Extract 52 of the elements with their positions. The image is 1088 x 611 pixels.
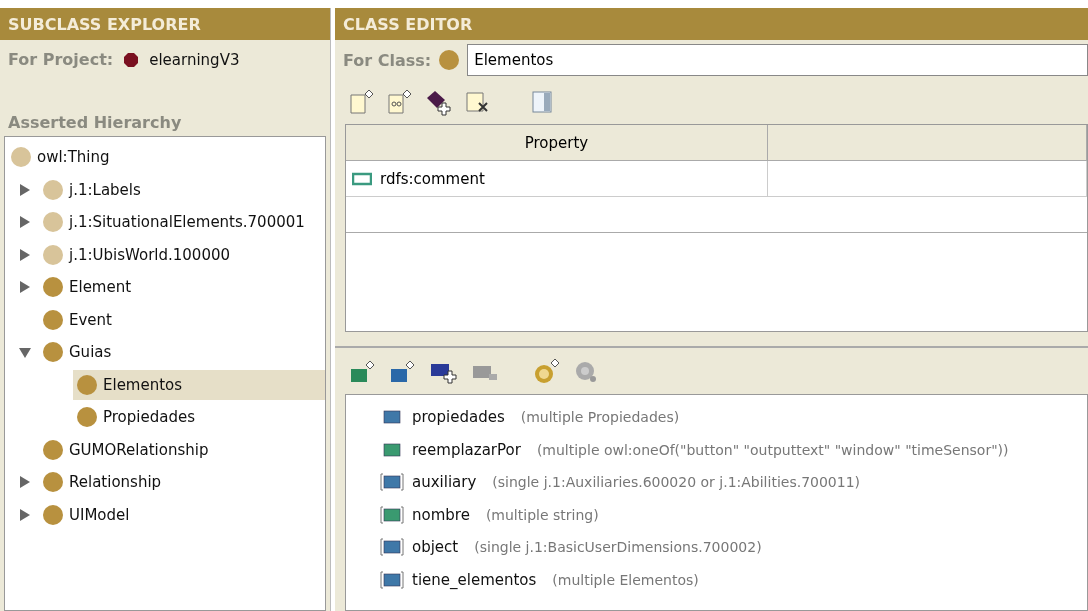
slot-name[interactable]: nombre [412,505,470,524]
slot-name[interactable]: propiedades [412,408,505,427]
collapse-arrow-icon[interactable] [19,345,31,360]
add-diamond-icon[interactable] [425,88,453,116]
table-cell: rdfs:comment [346,161,768,197]
panel-toggle-icon[interactable] [531,90,553,114]
hierarchy-label: Asserted Hierarchy [8,113,182,132]
slot-detail: (single j.1:BasicUserDimensions.700002) [474,539,762,556]
project-icon [123,51,140,68]
expand-arrow-icon[interactable] [19,507,31,522]
tree-item[interactable]: UIModel [39,499,134,530]
slot-name[interactable]: reemplazarPor [412,440,521,459]
new-slot-icon[interactable] [389,359,417,385]
annotation-icon [352,171,372,186]
slot-detail: (multiple Propiedades) [520,409,680,426]
delete-note-icon[interactable] [465,89,491,115]
tree-item[interactable]: GUMORelationship [39,434,213,465]
panel-title: CLASS EDITOR [335,8,1088,40]
tree-item[interactable]: j.1:Labels [39,174,145,205]
new-note-icon[interactable] [349,89,375,115]
class-label: For Class: [343,50,432,70]
tree-item[interactable]: owl:Thing [7,142,114,173]
panel-title: SUBCLASS EXPLORER [0,8,330,40]
gear-icon [573,359,599,385]
slot-detail: (multiple owl:oneOf("button" "outputtext" "window" "timeSensor")) [536,441,1009,458]
tree-item[interactable]: Relationship [39,467,166,498]
new-property-icon[interactable] [387,89,413,115]
expand-arrow-icon[interactable] [19,182,31,197]
tree-item[interactable]: Guias [39,337,116,368]
column-header[interactable]: Property [346,125,768,161]
slot-name[interactable]: object [412,538,459,557]
new-slot-icon[interactable] [349,359,377,385]
tree-item[interactable]: Event [39,304,116,335]
expand-arrow-icon[interactable] [19,247,31,262]
class-name-field[interactable]: Elementos [467,44,1088,76]
slot-name[interactable]: tiene_elementos [412,570,537,589]
slot-name[interactable]: auxiliary [412,473,477,492]
expand-arrow-icon[interactable] [19,215,31,230]
tree-item[interactable]: j.1:UbisWorld.100000 [39,239,235,270]
tree-item[interactable]: Elementos [73,369,325,400]
slot-detail: (multiple string) [485,506,599,523]
slot-detail: (multiple Elementos) [552,571,699,588]
restriction-icon[interactable] [533,358,561,386]
class-icon [439,50,460,70]
project-name: elearningV3 [149,50,240,69]
expand-arrow-icon[interactable] [19,475,31,490]
project-label: For Project: [8,50,114,69]
slot-detail: (single j.1:Auxiliaries.600020 or j.1:Abilities.700011) [492,474,861,491]
expand-arrow-icon[interactable] [19,280,31,295]
tree-item[interactable]: j.1:SituationalElements.700001 [39,207,309,238]
tree-item[interactable]: Element [39,272,136,303]
tree-item[interactable]: Propiedades [73,402,199,433]
